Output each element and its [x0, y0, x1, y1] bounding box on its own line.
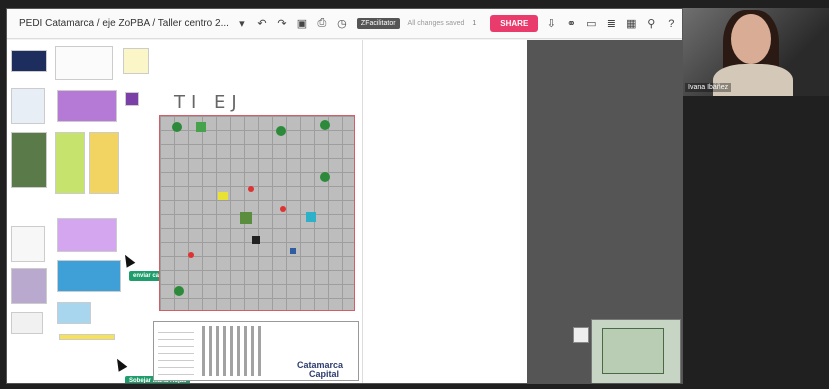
- frame-thumbnail[interactable]: [55, 46, 113, 80]
- remote-cursor: [120, 252, 136, 268]
- legend-left-column: [158, 326, 194, 376]
- legend-symbols: [202, 326, 262, 376]
- user-avatar-dot[interactable]: [283, 383, 293, 384]
- satellite-map-thumbnail[interactable]: [11, 132, 47, 188]
- purple-stickies-group-2[interactable]: [57, 218, 117, 252]
- board-toolbar: PEDI Catamarca / eje ZoPBA / Taller cent…: [7, 9, 682, 39]
- plaza-marker[interactable]: [240, 212, 252, 224]
- download-icon[interactable]: ⇩: [544, 17, 558, 31]
- screen-share-view: PEDI Catamarca / eje ZoPBA / Taller cent…: [0, 0, 829, 389]
- grid-icon[interactable]: ▦: [624, 17, 638, 31]
- tree-marker[interactable]: [172, 122, 182, 132]
- minimap[interactable]: [591, 319, 681, 383]
- yellow-marker[interactable]: [218, 192, 228, 200]
- yellow-note-row[interactable]: [59, 334, 115, 340]
- chevron-down-icon[interactable]: ▾: [235, 17, 249, 31]
- green-stickies-group[interactable]: [55, 132, 85, 194]
- participant-name: Ivana Ibáñez: [685, 83, 732, 92]
- red-pin-marker[interactable]: [248, 186, 254, 192]
- diagram-thumbnail[interactable]: [11, 88, 45, 124]
- comment-icon[interactable]: ▣: [295, 17, 309, 31]
- user-avatar-dot[interactable]: [319, 383, 329, 384]
- user-avatar-dot[interactable]: [355, 383, 365, 384]
- user-count[interactable]: 1: [472, 20, 476, 27]
- blue-stickies-group[interactable]: [57, 260, 121, 292]
- street-grid: [160, 116, 354, 310]
- chat-icon[interactable]: ▭: [584, 17, 598, 31]
- purple-stickies-group[interactable]: [57, 90, 117, 122]
- redo-icon[interactable]: ↷: [275, 17, 289, 31]
- user-avatar-dot[interactable]: [337, 383, 347, 384]
- map-thumbnail-2[interactable]: [11, 268, 47, 304]
- facilitator-badge[interactable]: ZFacilitator: [356, 18, 400, 29]
- map-heading: TI EJ: [174, 92, 243, 113]
- timer-icon[interactable]: ◷: [335, 17, 349, 31]
- image-thumbnail-night[interactable]: [11, 50, 47, 72]
- help-icon[interactable]: ?: [664, 17, 678, 31]
- activity-icon[interactable]: ≣: [604, 17, 618, 31]
- catamarca-capital-logo: Catamarca Capital: [297, 360, 344, 379]
- user-avatar-dot[interactable]: [247, 383, 257, 384]
- participant-face: [731, 14, 771, 64]
- red-pin-marker[interactable]: [188, 252, 194, 258]
- user-avatar-dot[interactable]: [301, 383, 311, 384]
- reaction-bar: [237, 383, 417, 384]
- saved-status: All changes saved: [407, 20, 465, 27]
- user-avatar-dot[interactable]: [265, 383, 275, 384]
- board-title[interactable]: PEDI Catamarca / eje ZoPBA / Taller cent…: [19, 18, 229, 29]
- yellow-stickies-group[interactable]: [89, 132, 119, 194]
- share-button[interactable]: SHARE: [490, 15, 539, 32]
- minimap-viewport: [602, 328, 664, 374]
- dark-marker[interactable]: [290, 248, 296, 254]
- undo-icon[interactable]: ↶: [255, 17, 269, 31]
- green-square-marker[interactable]: [196, 122, 206, 132]
- zoom-control[interactable]: [573, 327, 589, 343]
- purple-tag[interactable]: [125, 92, 139, 106]
- frame-divider: [362, 40, 363, 383]
- webcam-tile[interactable]: Ivana Ibáñez: [683, 8, 829, 96]
- red-pin-marker[interactable]: [280, 206, 286, 212]
- cyan-marker[interactable]: [306, 212, 316, 222]
- remote-cursor-2: [112, 356, 128, 372]
- tree-marker[interactable]: [320, 120, 330, 130]
- light-blue-stickies[interactable]: [57, 302, 91, 324]
- sticky-thumbnail[interactable]: [123, 48, 149, 74]
- link-icon[interactable]: ⚭: [564, 17, 578, 31]
- dark-marker[interactable]: [252, 236, 260, 244]
- city-map[interactable]: TI EJ: [159, 92, 355, 311]
- print-icon[interactable]: ⎙: [315, 17, 329, 31]
- tree-marker[interactable]: [174, 286, 184, 296]
- small-table-thumbnail[interactable]: [11, 312, 43, 334]
- zoom-icon[interactable]: ⚲: [644, 17, 658, 31]
- tree-marker[interactable]: [320, 172, 330, 182]
- shared-window: PEDI Catamarca / eje ZoPBA / Taller cent…: [6, 8, 683, 384]
- document-thumbnail[interactable]: [11, 226, 45, 262]
- tree-marker[interactable]: [276, 126, 286, 136]
